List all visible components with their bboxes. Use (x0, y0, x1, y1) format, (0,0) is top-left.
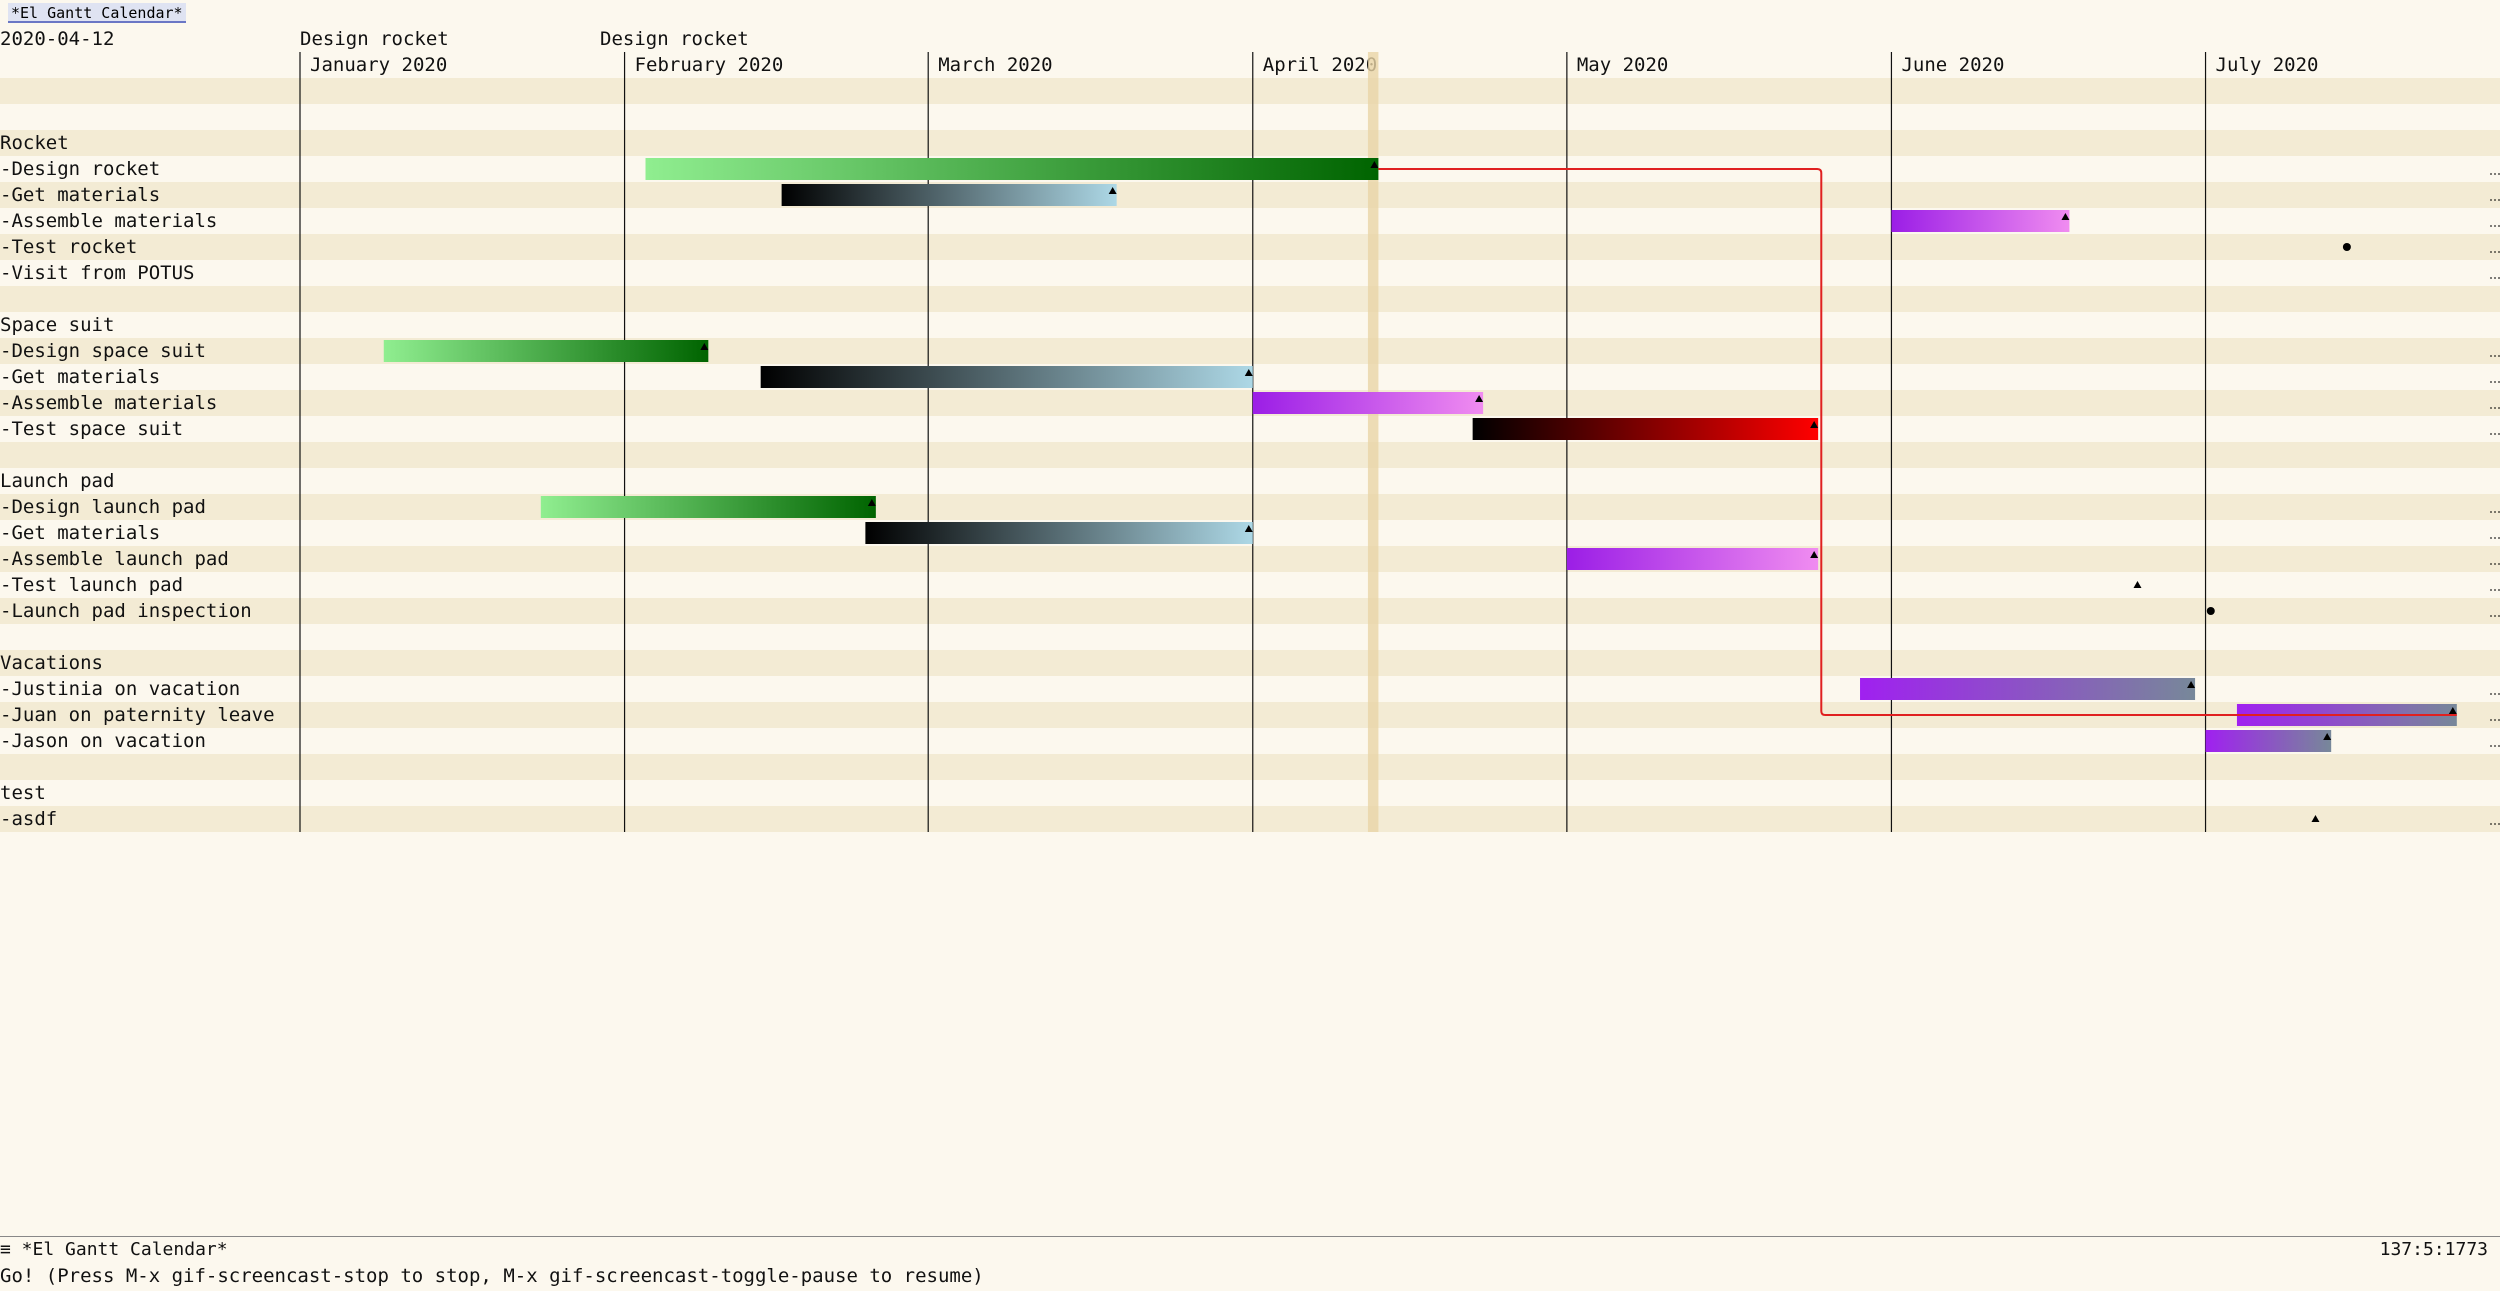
task-bar (2205, 730, 2332, 752)
group-label[interactable]: Launch pad (0, 468, 114, 494)
minibuffer-message: Go! (Press M-x gif-screencast-stop to st… (0, 1265, 984, 1287)
task-bar (1860, 678, 2196, 700)
task-bar (2236, 704, 2457, 726)
month-label: January 2020 (310, 54, 448, 76)
task-bar (865, 522, 1253, 544)
milestone-dot (2342, 243, 2351, 251)
task-label[interactable]: -Justinia on vacation (0, 676, 240, 702)
milestone-dot (2206, 607, 2215, 615)
task-label[interactable]: -Visit from POTUS (0, 260, 194, 286)
row-stripe (0, 494, 2500, 520)
mode-line: ≡ *El Gantt Calendar* 137:5:1773 (0, 1236, 2500, 1262)
task-label[interactable]: -Assemble materials (0, 390, 217, 416)
task-label[interactable]: -Jason on vacation (0, 728, 206, 754)
current-date: 2020-04-12 (0, 28, 115, 50)
gantt-svg (0, 52, 2500, 832)
row-stripe (0, 182, 2500, 208)
month-label: March 2020 (938, 54, 1053, 76)
buffer-tab[interactable]: *El Gantt Calendar* (8, 3, 186, 23)
mode-line-position: 137:5:1773 (2379, 1239, 2488, 1260)
row-stripe (0, 754, 2500, 780)
task-bar (781, 184, 1117, 206)
task-bar (1472, 418, 1819, 440)
milestone-triangle (2311, 815, 2320, 822)
header-label: Design rocket (300, 28, 449, 50)
task-label[interactable]: -Get materials (0, 520, 160, 546)
dependency-arrow (1378, 168, 2457, 716)
task-label[interactable]: -Design launch pad (0, 494, 206, 520)
task-label[interactable]: -Assemble launch pad (0, 546, 229, 572)
task-end-marker (867, 499, 876, 506)
day-number-strip: 1234567890123456789012345678901234567890… (300, 78, 2500, 104)
task-bar (1891, 210, 2070, 232)
tab-bar: *El Gantt Calendar* (0, 0, 2500, 26)
task-label[interactable]: -Launch pad inspection (0, 598, 252, 624)
month-label: July 2020 (2215, 54, 2319, 76)
row-stripe (0, 234, 2500, 260)
task-bar (540, 496, 876, 518)
group-label[interactable]: Vacations (0, 650, 103, 676)
task-end-marker (700, 343, 709, 350)
header-label: Design rocket (600, 28, 749, 50)
task-end-marker (2323, 733, 2332, 740)
gantt-chart: Rocket -Design rocket -Get materials -Assem… (0, 0, 2500, 900)
task-label[interactable]: -Design space suit (0, 338, 206, 364)
group-label[interactable]: Space suit (0, 312, 114, 338)
task-bar (1566, 548, 1819, 570)
task-label[interactable]: -Test launch pad (0, 572, 183, 598)
task-label[interactable]: -Assemble materials (0, 208, 217, 234)
task-end-marker (2061, 213, 2070, 220)
task-label[interactable]: -Design rocket (0, 156, 160, 182)
task-label[interactable]: -Get materials (0, 182, 160, 208)
task-bar (645, 158, 1379, 180)
task-end-marker (1108, 187, 1117, 194)
group-label[interactable]: Rocket (0, 130, 69, 156)
row-stripe (0, 338, 2500, 364)
task-end-marker (2187, 681, 2196, 688)
row-stripe (0, 598, 2500, 624)
task-end-marker (1475, 395, 1484, 402)
month-label: June 2020 (1901, 54, 2005, 76)
task-bar (760, 366, 1253, 388)
task-label[interactable]: -Get materials (0, 364, 160, 390)
month-label: April 2020 (1262, 54, 1378, 76)
month-label: February 2020 (634, 54, 784, 76)
row-stripe (0, 546, 2500, 572)
group-label[interactable]: test (0, 780, 46, 806)
row-stripe (0, 286, 2500, 312)
task-end-marker (1810, 551, 1819, 558)
month-label: May 2020 (1576, 54, 1669, 76)
milestone-triangle (2133, 581, 2142, 588)
task-label[interactable]: -Juan on paternity leave (0, 702, 275, 728)
row-stripe (0, 806, 2500, 832)
task-end-marker (1370, 161, 1379, 168)
mode-line-buffer-name: ≡ *El Gantt Calendar* (0, 1239, 228, 1260)
task-label[interactable]: -asdf (0, 806, 57, 832)
task-end-marker (1810, 421, 1819, 428)
today-column (1367, 52, 1379, 832)
task-end-marker (1244, 525, 1253, 532)
task-label[interactable]: -Test space suit (0, 416, 183, 442)
row-stripe (0, 702, 2500, 728)
row-stripe (0, 390, 2500, 416)
task-end-marker (1244, 369, 1253, 376)
row-stripe (0, 130, 2500, 156)
task-end-marker (2448, 707, 2457, 714)
task-bar (1252, 392, 1484, 414)
task-label[interactable]: -Test rocket (0, 234, 137, 260)
row-stripe (0, 442, 2500, 468)
row-stripe (0, 650, 2500, 676)
task-bar (383, 340, 709, 362)
